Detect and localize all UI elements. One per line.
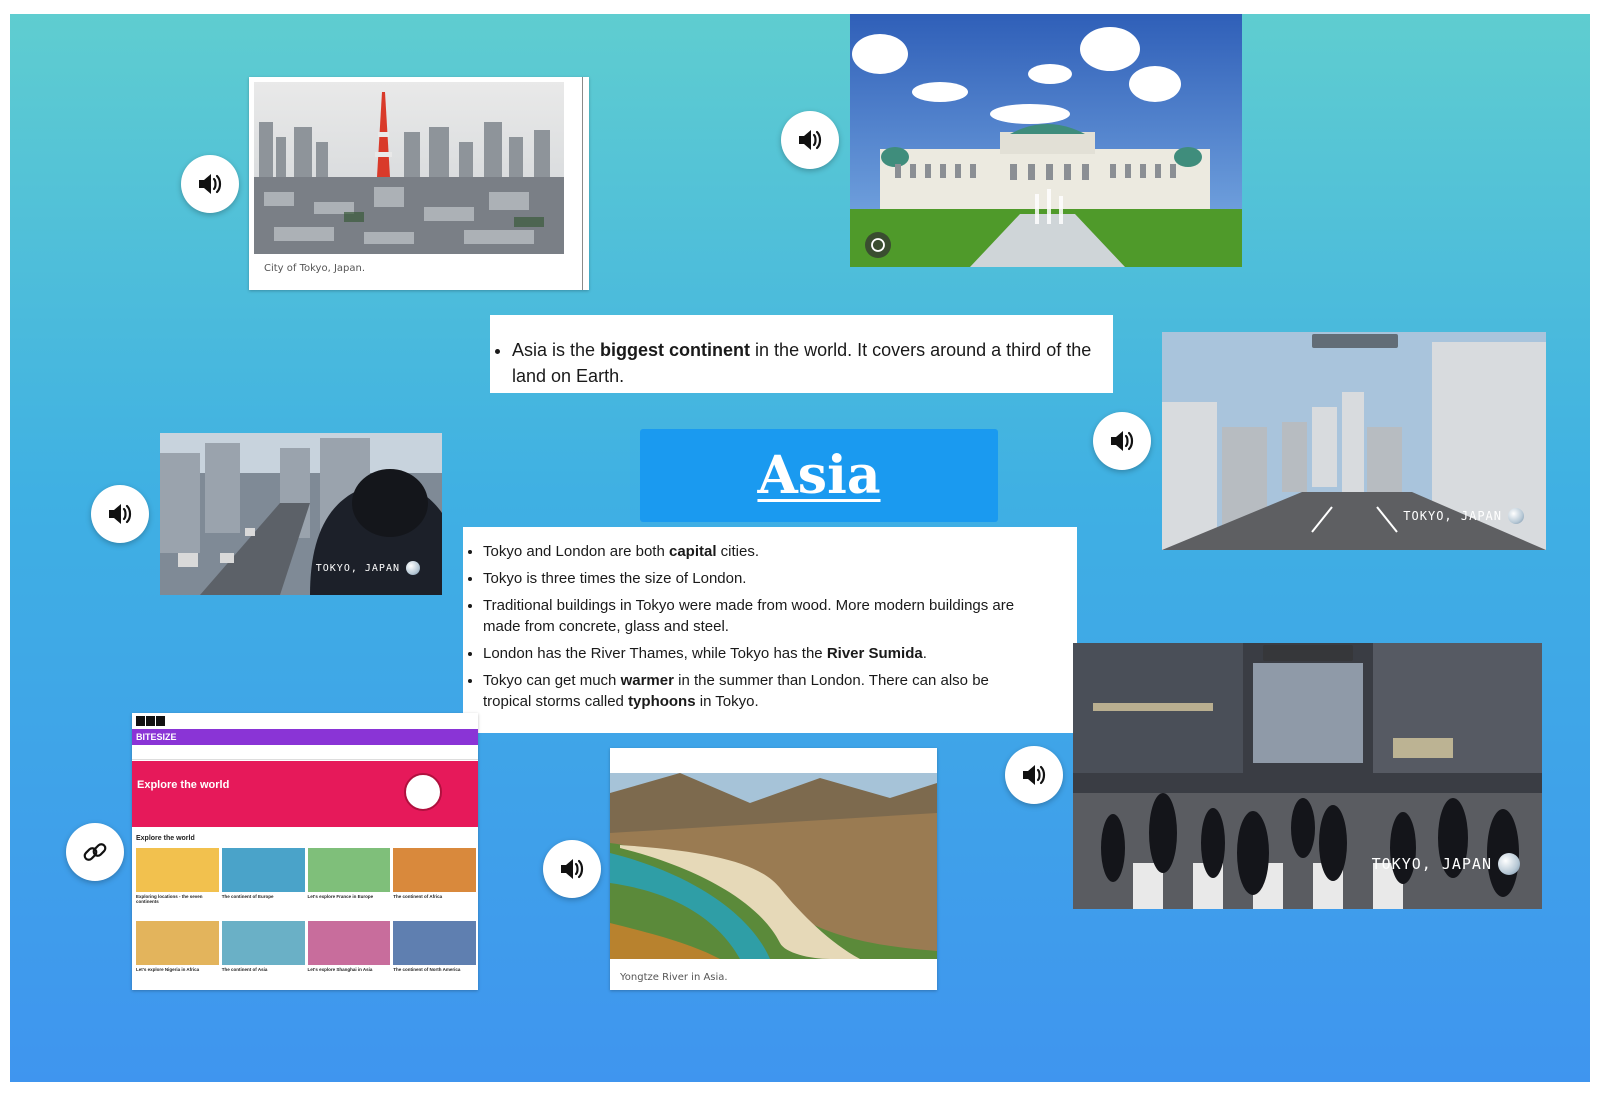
page-title: Asia — [757, 445, 881, 506]
river-photo-caption: Yongtze River in Asia. — [620, 972, 728, 983]
fact-item: Traditional buildings in Tokyo were made… — [483, 595, 1037, 637]
speaker-volume-icon — [109, 504, 132, 524]
card-divider-line — [582, 77, 583, 290]
crossing-video-audio-button[interactable] — [1005, 746, 1063, 804]
intro-fact-box[interactable]: Asia is the biggest continent in the wor… — [490, 315, 1113, 393]
bitesize-section-title: Explore the world — [136, 835, 195, 842]
globe-icon — [406, 561, 420, 575]
bitesize-card[interactable]: The continent of Europe — [221, 848, 305, 918]
video-location-tag: TOKYO, JAPAN — [316, 561, 420, 575]
page-title-box: Asia — [640, 429, 998, 522]
speaker-volume-icon — [799, 130, 822, 150]
yangtze-river-image — [610, 773, 937, 959]
bbc-top-bar — [132, 713, 478, 730]
tokyo-street-video-left[interactable]: TOKYO, JAPAN — [160, 433, 442, 595]
bitesize-card[interactable]: Exploring locations - the seven continen… — [136, 848, 219, 918]
speaker-volume-icon — [199, 174, 222, 194]
speaker-volume-icon — [561, 859, 584, 879]
canvas-board: City of Tokyo, Japan. • Asia is the bigg… — [10, 14, 1590, 1082]
bbc-logo — [136, 716, 165, 726]
palace-photo[interactable] — [850, 14, 1242, 267]
facts-box[interactable]: Tokyo and London are both capital cities… — [463, 527, 1077, 733]
bitesize-card[interactable]: Let's explore France in Europe — [307, 848, 391, 918]
bitesize-hero-title: Explore the world — [137, 779, 230, 791]
bitesize-card[interactable]: The continent of Africa — [393, 848, 476, 918]
fact-item: Tokyo and London are both capital cities… — [483, 541, 1037, 562]
bitesize-card-grid: Exploring locations - the seven continen… — [136, 848, 476, 988]
tokyo-street-video-right[interactable]: TOKYO, JAPAN — [1162, 332, 1546, 550]
fact-item: Tokyo is three times the size of London. — [483, 568, 1037, 589]
tokyo-photo-audio-button[interactable] — [181, 155, 239, 213]
bitesize-card[interactable]: The continent of North America — [393, 921, 476, 990]
bitesize-link-preview[interactable]: BITESIZE Explore the world Explore the w… — [132, 713, 478, 990]
bitesize-hero: Explore the world — [132, 761, 478, 827]
right-video-audio-button[interactable] — [1093, 412, 1151, 470]
tokyo-city-image — [254, 82, 564, 254]
shibuya-crossing-video[interactable]: TOKYO, JAPAN — [1073, 643, 1542, 909]
bitesize-card[interactable]: Let's explore Nigeria in Africa — [136, 921, 219, 990]
globe-icon — [1498, 853, 1520, 875]
bitesize-nav — [132, 745, 478, 760]
intro-fact-item: Asia is the biggest continent in the wor… — [512, 337, 1102, 389]
tokyo-photo-caption: City of Tokyo, Japan. — [264, 263, 366, 274]
left-video-audio-button[interactable] — [91, 485, 149, 543]
bitesize-card[interactable]: The continent of Asia — [221, 921, 305, 990]
fact-item: Tokyo can get much warmer in the summer … — [483, 670, 1037, 712]
speaker-volume-icon — [1023, 765, 1046, 785]
tokyo-city-photo-card[interactable]: City of Tokyo, Japan. — [249, 77, 589, 290]
video-location-tag: TOKYO, JAPAN — [1403, 508, 1524, 524]
chain-link-icon — [83, 843, 107, 861]
bitesize-header: BITESIZE — [132, 729, 478, 745]
river-photo-card[interactable]: Yongtze River in Asia. — [610, 748, 937, 990]
globe-icon — [1508, 508, 1524, 524]
globe-icon — [404, 773, 442, 811]
river-photo-audio-button[interactable] — [543, 840, 601, 898]
palace-photo-audio-button[interactable] — [781, 111, 839, 169]
bitesize-link-button[interactable] — [66, 823, 124, 881]
video-location-tag: TOKYO, JAPAN — [1372, 853, 1520, 875]
fact-item: London has the River Thames, while Tokyo… — [483, 643, 1037, 664]
speaker-volume-icon — [1111, 431, 1134, 451]
bitesize-card[interactable]: Let's explore Shanghai in Asia — [307, 921, 391, 990]
